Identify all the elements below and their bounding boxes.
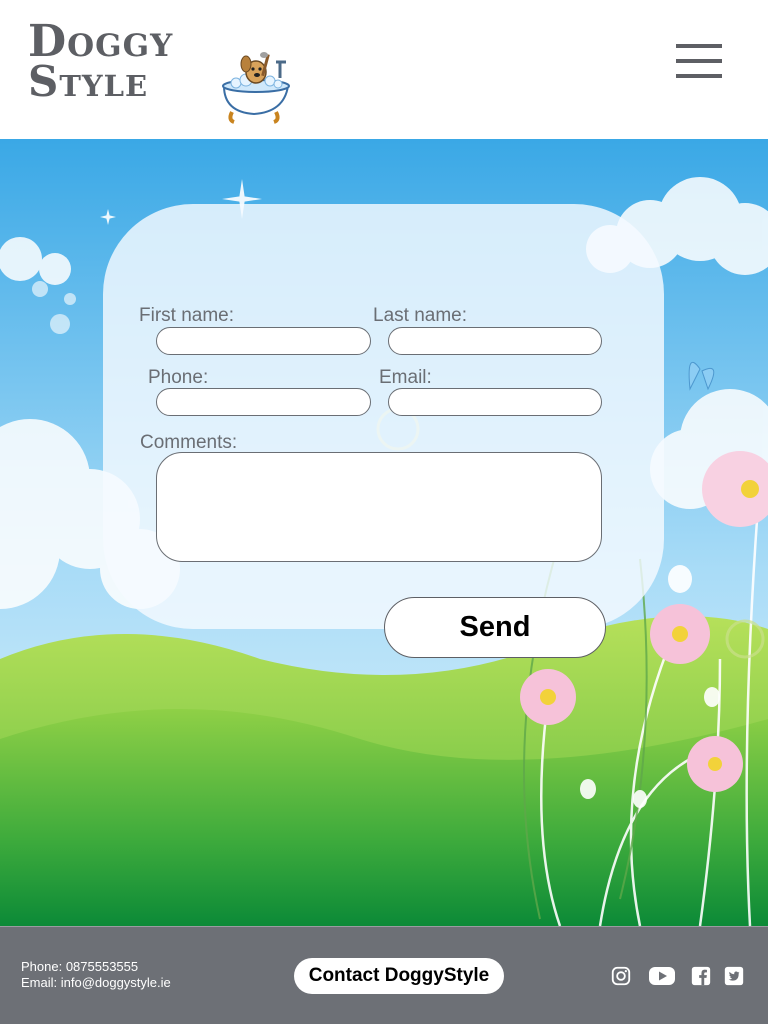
hamburger-menu-button[interactable]: [676, 44, 722, 78]
email-label: Email:: [379, 367, 432, 388]
menu-bar-middle: [676, 59, 722, 63]
send-button[interactable]: Send: [384, 597, 606, 658]
phone-label: Phone:: [148, 367, 209, 388]
dog-bathtub-logo-icon: [222, 52, 290, 124]
first-name-input[interactable]: [156, 327, 371, 355]
last-name-label: Last name:: [373, 305, 467, 326]
contact-form-card: [103, 204, 664, 629]
contact-doggystyle-button[interactable]: Contact DoggyStyle: [294, 958, 504, 994]
comments-textarea[interactable]: [156, 452, 602, 562]
instagram-icon[interactable]: [609, 965, 633, 987]
site-logo[interactable]: Doggy Style: [28, 16, 174, 106]
comments-label: Comments:: [140, 432, 238, 453]
youtube-icon[interactable]: [648, 965, 676, 987]
phone-input[interactable]: [156, 388, 371, 416]
email-input[interactable]: [388, 388, 602, 416]
footer-phone: Phone: 0875553555: [21, 959, 139, 974]
menu-bar-bottom: [676, 74, 722, 78]
footer-contact-info: Phone: 0875553555 Email: info@doggystyle…: [21, 959, 171, 991]
facebook-icon[interactable]: [689, 965, 713, 987]
logo-word-doggy: Doggy: [28, 16, 174, 67]
logo-word-style: Style: [28, 57, 149, 106]
site-header: Doggy Style: [0, 0, 768, 139]
last-name-input[interactable]: [388, 327, 602, 355]
twitter-icon[interactable]: [722, 965, 746, 987]
first-name-label: First name:: [139, 305, 235, 326]
menu-bar-top: [676, 44, 722, 48]
site-footer: Phone: 0875553555 Email: info@doggystyle…: [0, 926, 768, 1024]
footer-email[interactable]: Email: info@doggystyle.ie: [21, 975, 171, 991]
